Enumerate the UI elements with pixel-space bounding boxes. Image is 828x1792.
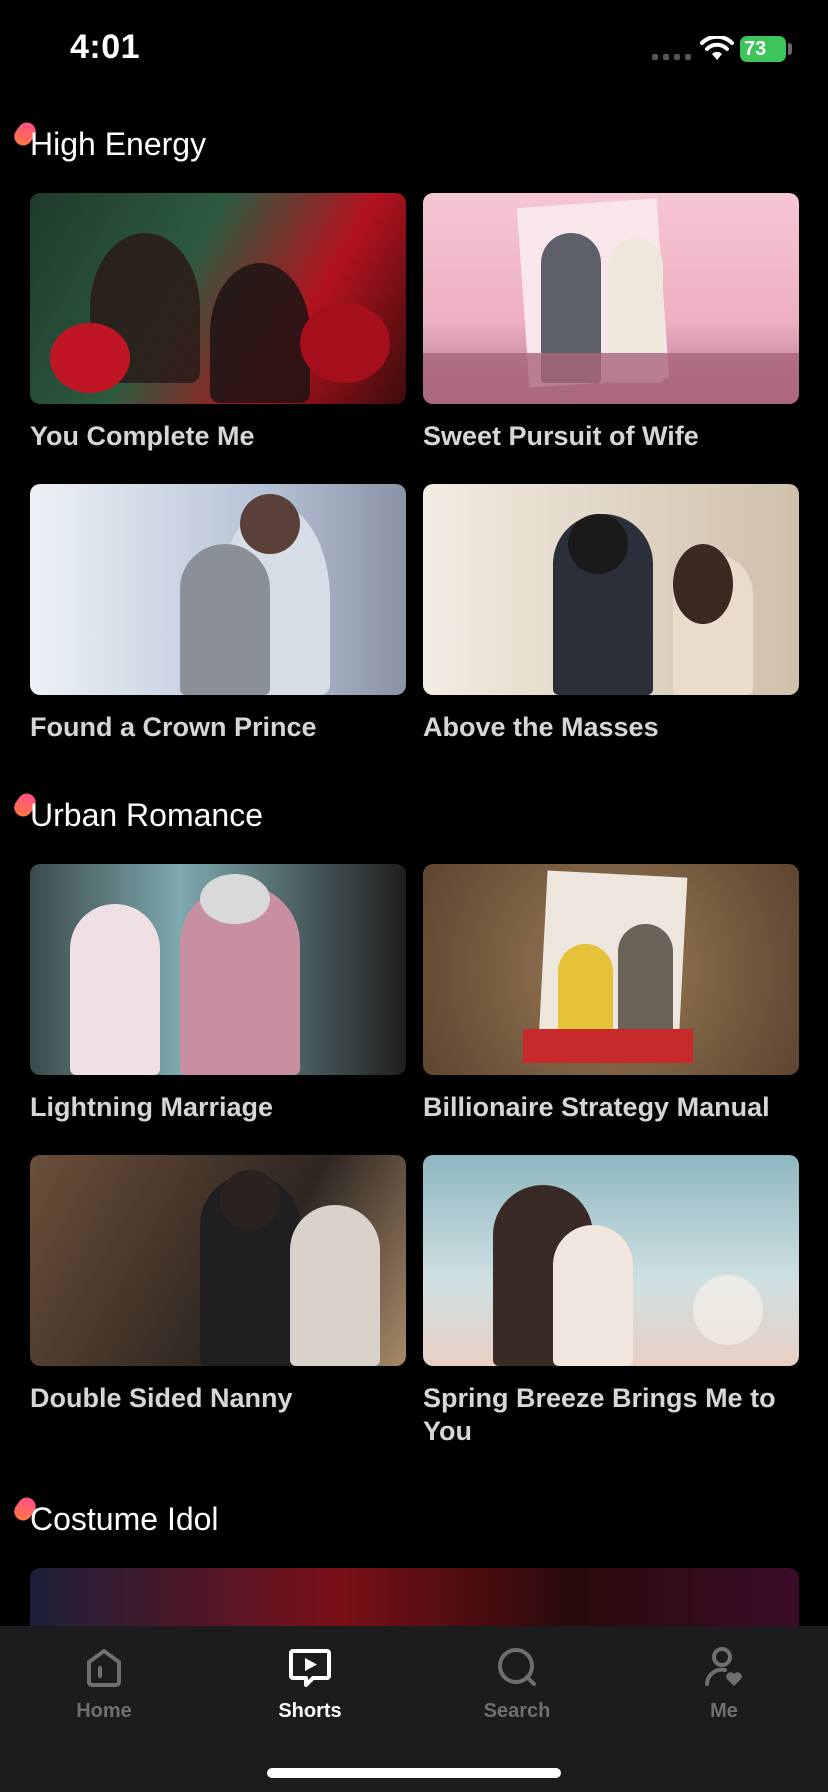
drama-title: Billionaire Strategy Manual (423, 1092, 770, 1122)
drama-poster[interactable] (30, 864, 406, 1075)
section-title: High Energy (30, 126, 207, 162)
drama-poster[interactable] (423, 864, 799, 1075)
drama-card[interactable]: Above the Masses (423, 484, 799, 744)
search-icon (498, 1648, 536, 1686)
section-header-costume-idol: Costume Idol (10, 1485, 828, 1545)
section-title: Costume Idol (30, 1501, 219, 1537)
section-grid-high-energy-row-2: Found a Crown Prince Above the Masses (30, 484, 828, 744)
status-time: 4:01 (70, 28, 141, 66)
section-header-urban-romance: Urban Romance (10, 781, 828, 841)
drama-title: Spring Breeze Brings Me to You (423, 1383, 776, 1446)
profile-icon (705, 1647, 742, 1686)
section-title: Urban Romance (30, 797, 263, 833)
drama-card[interactable]: Double Sided Nanny (30, 1155, 406, 1448)
drama-title: You Complete Me (30, 421, 255, 451)
tab-label: Search (483, 1700, 551, 1722)
tab-label: Shorts (278, 1700, 342, 1722)
play-icon (289, 1649, 331, 1687)
content-feed[interactable]: High Energy You Complete Me Sweet Pursui… (0, 110, 828, 1779)
drama-poster[interactable] (30, 1155, 406, 1366)
drama-poster[interactable] (423, 193, 799, 404)
drama-card[interactable]: Billionaire Strategy Manual (423, 864, 799, 1124)
tab-shorts[interactable]: Shorts (230, 1644, 390, 1723)
section-grid-urban-romance-row-2: Double Sided Nanny Spring Breeze Brings … (30, 1155, 828, 1448)
battery-level: 73 (744, 37, 767, 60)
home-icon (87, 1649, 121, 1687)
status-bar: 4:01 73 (0, 0, 828, 100)
section-grid-high-energy: You Complete Me Sweet Pursuit of Wife (30, 193, 828, 453)
battery-tip (788, 43, 792, 55)
drama-poster[interactable] (30, 193, 406, 404)
drama-poster[interactable] (30, 484, 406, 695)
tab-home[interactable]: Home (24, 1644, 184, 1723)
drama-card[interactable]: Sweet Pursuit of Wife (423, 193, 799, 453)
section-grid-urban-romance: Lightning Marriage Billionaire Strategy … (30, 864, 828, 1124)
cellular-signal-icon (652, 54, 691, 60)
drama-title: Above the Masses (423, 712, 659, 742)
section-header-high-energy: High Energy (10, 110, 828, 170)
drama-title: Double Sided Nanny (30, 1383, 293, 1413)
drama-card[interactable]: You Complete Me (30, 193, 406, 453)
drama-card[interactable]: Lightning Marriage (30, 864, 406, 1124)
drama-title: Found a Crown Prince (30, 712, 317, 742)
drama-poster[interactable] (423, 484, 799, 695)
battery-icon: 73 (740, 36, 786, 62)
drama-title: Lightning Marriage (30, 1092, 273, 1122)
tab-search[interactable]: Search (437, 1644, 597, 1723)
drama-card[interactable]: Spring Breeze Brings Me to You (423, 1155, 799, 1448)
tab-label: Home (76, 1700, 132, 1722)
home-indicator[interactable] (267, 1768, 561, 1778)
wifi-icon (700, 36, 734, 60)
drama-card[interactable]: Found a Crown Prince (30, 484, 406, 744)
tab-me[interactable]: Me (644, 1644, 804, 1723)
drama-poster[interactable] (423, 1155, 799, 1366)
tab-label: Me (710, 1700, 738, 1722)
drama-title: Sweet Pursuit of Wife (423, 421, 699, 451)
